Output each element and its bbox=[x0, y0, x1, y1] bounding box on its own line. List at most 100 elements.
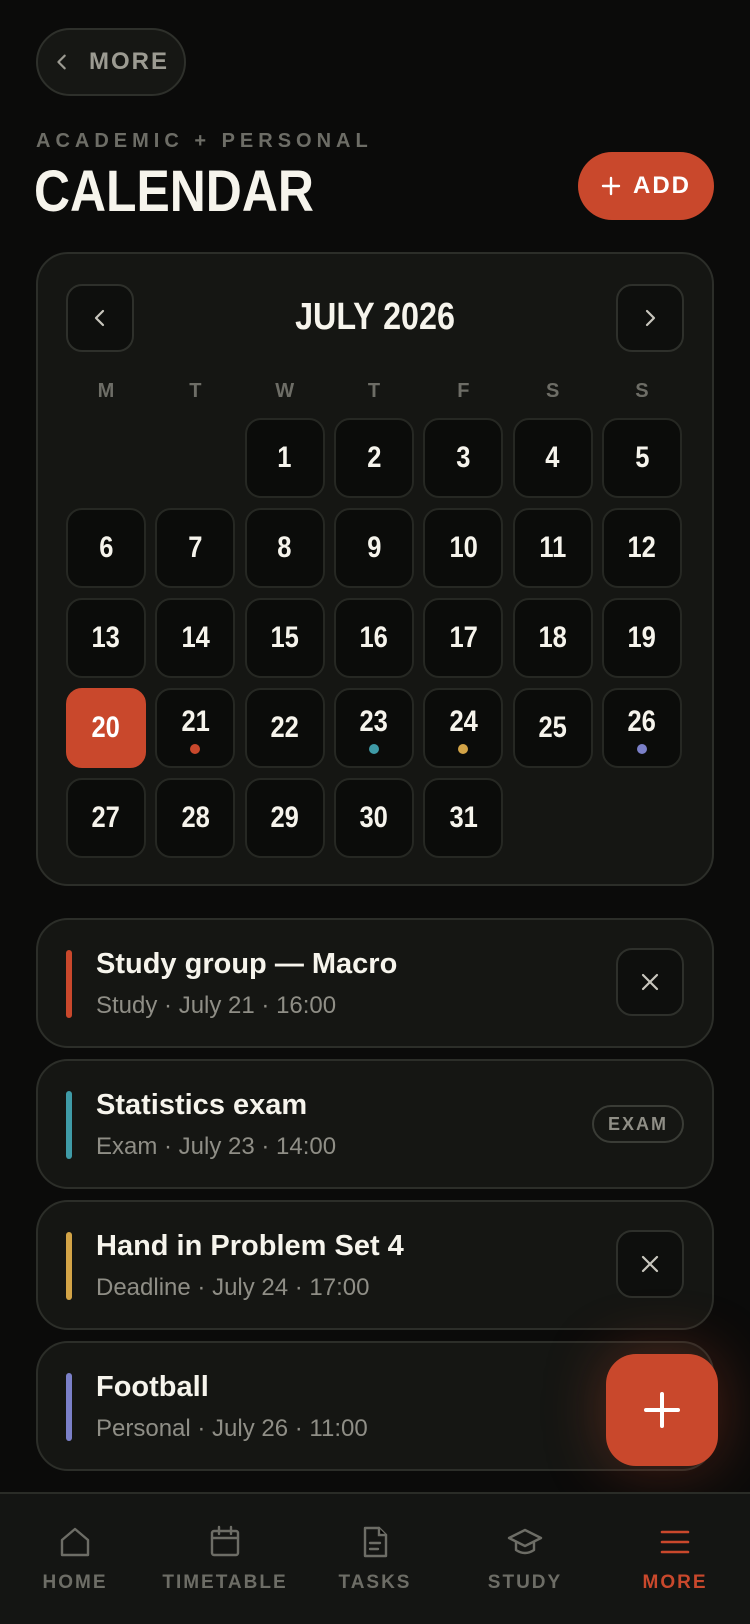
event-card[interactable]: Hand in Problem Set 4 Deadline · July 24 … bbox=[36, 1200, 714, 1330]
day-cell[interactable]: 29 bbox=[244, 778, 325, 858]
day-cell[interactable]: 12 bbox=[601, 508, 682, 588]
tab-label: HOME bbox=[42, 1572, 108, 1593]
floating-add-button[interactable] bbox=[606, 1354, 718, 1466]
day-cell[interactable]: 6 bbox=[66, 508, 146, 588]
day-cell[interactable]: 13 bbox=[66, 598, 146, 678]
day-cell[interactable]: 26 bbox=[601, 688, 682, 768]
day-number: 15 bbox=[270, 621, 299, 654]
day-cell[interactable]: 25 bbox=[512, 688, 593, 768]
day-number: 20 bbox=[91, 711, 121, 744]
day-cell[interactable]: 17 bbox=[423, 598, 504, 678]
tab-label: TIMETABLE bbox=[162, 1572, 288, 1593]
document-icon bbox=[363, 1526, 388, 1558]
tab-timetable[interactable]: TIMETABLE bbox=[150, 1494, 300, 1624]
tab-label: TASKS bbox=[338, 1572, 412, 1593]
event-color-bar bbox=[66, 1232, 72, 1300]
day-cell[interactable]: 27 bbox=[66, 778, 146, 858]
day-cell[interactable]: 30 bbox=[333, 778, 414, 858]
day-cell[interactable]: 14 bbox=[155, 598, 236, 678]
chevron-right-icon bbox=[645, 309, 656, 327]
event-dot bbox=[190, 744, 201, 754]
event-title: Football bbox=[96, 1371, 209, 1403]
day-cell[interactable]: 3 bbox=[423, 418, 504, 498]
page-title: CALENDAR bbox=[34, 159, 314, 224]
day-number: 22 bbox=[270, 711, 299, 744]
day-cell-empty bbox=[155, 418, 235, 498]
day-number: 17 bbox=[449, 621, 478, 654]
day-cell[interactable]: 20 bbox=[66, 688, 146, 768]
weekday-label: S bbox=[545, 380, 560, 402]
bottom-tab-bar: HOME TIMETABLE TASKS STUDY MORE bbox=[0, 1492, 750, 1624]
day-cell[interactable]: 7 bbox=[155, 508, 236, 588]
event-meta: Study · July 21 · 16:00 bbox=[96, 992, 337, 1019]
day-cell-empty bbox=[66, 418, 146, 498]
event-card[interactable]: Statistics exam Exam · July 23 · 14:00 EXA… bbox=[36, 1059, 714, 1189]
day-number: 18 bbox=[538, 621, 567, 654]
day-cell[interactable]: 15 bbox=[244, 598, 325, 678]
event-dot bbox=[458, 744, 469, 754]
back-button[interactable]: MORE bbox=[36, 28, 186, 96]
event-title: Study group — Macro bbox=[96, 948, 398, 980]
day-number: 26 bbox=[627, 705, 657, 738]
day-number: 10 bbox=[449, 531, 478, 564]
day-cell[interactable]: 1 bbox=[244, 418, 325, 498]
day-number: 14 bbox=[181, 621, 210, 654]
day-cell[interactable]: 24 bbox=[423, 688, 504, 768]
day-number: 25 bbox=[538, 711, 567, 744]
day-number: 27 bbox=[91, 801, 121, 834]
calendar-grid: 1 2 3 4 5 6 7 8 9 10 11 12 13 14 15 16 17 18 19 20 21 22 23 24 2… bbox=[66, 418, 688, 858]
event-dot bbox=[368, 744, 379, 754]
close-icon bbox=[641, 973, 659, 991]
day-cell[interactable]: 21 bbox=[155, 688, 236, 768]
day-cell[interactable]: 4 bbox=[512, 418, 593, 498]
remove-event-button[interactable] bbox=[616, 948, 684, 1016]
weekday-label: T bbox=[189, 380, 202, 402]
day-number: 29 bbox=[270, 801, 299, 834]
weekday-label: T bbox=[367, 380, 381, 402]
tab-tasks[interactable]: TASKS bbox=[300, 1494, 450, 1624]
event-title: Statistics exam bbox=[96, 1089, 308, 1121]
day-cell[interactable]: 31 bbox=[423, 778, 504, 858]
event-dot bbox=[636, 744, 647, 754]
calendar-card: JULY 2026 M T W T F S S 1 2 3 4 5 6 7 8 9 10 11 12 1… bbox=[36, 252, 714, 886]
event-color-bar bbox=[66, 950, 72, 1018]
event-meta: Exam · July 23 · 14:00 bbox=[96, 1133, 337, 1160]
day-number: 8 bbox=[277, 531, 292, 564]
event-meta: Personal · July 26 · 11:00 bbox=[96, 1415, 368, 1442]
day-number: 21 bbox=[181, 705, 210, 738]
tab-label: MORE bbox=[642, 1572, 708, 1593]
day-cell[interactable]: 22 bbox=[244, 688, 325, 768]
day-number: 2 bbox=[366, 441, 382, 474]
tab-home[interactable]: HOME bbox=[0, 1494, 150, 1624]
day-cell[interactable]: 28 bbox=[155, 778, 236, 858]
calendar-icon bbox=[210, 1525, 240, 1557]
day-cell[interactable]: 8 bbox=[244, 508, 325, 588]
day-cell[interactable]: 18 bbox=[512, 598, 593, 678]
event-title: Hand in Problem Set 4 bbox=[96, 1230, 404, 1262]
day-cell[interactable]: 23 bbox=[333, 688, 414, 768]
remove-event-button[interactable] bbox=[616, 1230, 684, 1298]
day-number: 19 bbox=[627, 621, 657, 654]
plus-icon bbox=[601, 176, 621, 196]
tab-study[interactable]: STUDY bbox=[450, 1494, 600, 1624]
menu-icon bbox=[660, 1530, 690, 1554]
day-cell[interactable]: 11 bbox=[512, 508, 593, 588]
event-meta: Deadline · July 24 · 17:00 bbox=[96, 1274, 370, 1301]
weekday-label: F bbox=[457, 380, 470, 402]
day-cell[interactable]: 10 bbox=[423, 508, 504, 588]
month-title: JULY 2026 bbox=[295, 296, 455, 338]
event-card[interactable]: Study group — Macro Study · July 21 · 16:… bbox=[36, 918, 714, 1048]
graduation-cap-icon bbox=[507, 1528, 543, 1555]
day-cell[interactable]: 9 bbox=[333, 508, 414, 588]
tab-more[interactable]: MORE bbox=[600, 1494, 750, 1624]
day-cell[interactable]: 2 bbox=[333, 418, 414, 498]
day-number: 31 bbox=[449, 801, 478, 834]
day-number: 9 bbox=[366, 531, 382, 564]
day-number: 5 bbox=[634, 441, 650, 474]
day-cell[interactable]: 5 bbox=[601, 418, 682, 498]
day-number: 7 bbox=[188, 531, 203, 564]
day-cell[interactable]: 16 bbox=[333, 598, 414, 678]
day-cell[interactable]: 19 bbox=[601, 598, 682, 678]
add-event-button[interactable]: ADD bbox=[578, 152, 714, 220]
next-month-button[interactable] bbox=[616, 284, 684, 352]
